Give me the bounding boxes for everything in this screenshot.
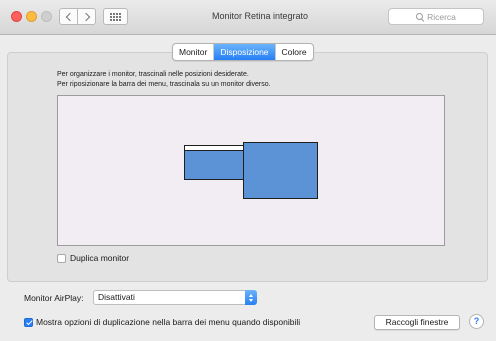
chevron-left-icon [65,12,74,21]
search-field[interactable]: Ricerca [388,8,484,25]
mirroring-options-checkbox[interactable] [24,318,33,327]
help-button[interactable]: ? [469,314,484,329]
display-thumbnail-secondary[interactable] [184,145,244,180]
duplicate-monitor-label: Duplica monitor [70,253,130,263]
duplicate-monitor-checkbox[interactable] [57,254,66,263]
window-title: Monitor Retina integrato [211,11,309,21]
tab-colore[interactable]: Colore [276,44,313,60]
instruction-text-1: Per organizzare i monitor, trascinali ne… [57,71,249,78]
back-button[interactable] [59,8,78,25]
show-all-button[interactable] [103,8,128,25]
airplay-select[interactable]: Disattivati [93,290,257,305]
tab-monitor[interactable]: Monitor [173,44,215,60]
airplay-selected-value: Disattivati [98,292,135,302]
popup-arrows-icon [245,290,257,305]
title-bar: Monitor Retina integrato Ricerca [0,0,496,35]
forward-button[interactable] [77,8,96,25]
chevron-right-icon [81,12,90,21]
display-arrangement-area [57,95,445,246]
instruction-text-2: Per riposizionare la barra dei menu, tra… [57,81,271,88]
search-placeholder: Ricerca [427,11,456,22]
display-thumbnail-external[interactable] [243,142,318,199]
gather-windows-button[interactable]: Raccogli finestre [374,315,460,330]
zoom-window-button[interactable] [41,11,52,22]
tab-bar: Monitor Disposizione Colore [172,43,314,61]
tab-disposizione[interactable]: Disposizione [214,44,276,60]
minimize-window-button[interactable] [26,11,37,22]
menu-bar-handle[interactable] [185,146,243,151]
airplay-label: Monitor AirPlay: [24,293,84,303]
grid-icon [110,12,121,21]
mirroring-options-label: Mostra opzioni di duplicazione nella bar… [36,317,301,327]
search-icon [416,13,424,20]
close-window-button[interactable] [11,11,22,22]
